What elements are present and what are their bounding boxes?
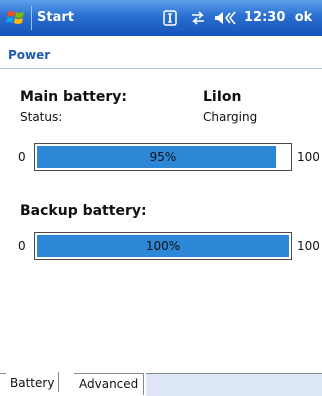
- backup-battery-max: 100: [297, 239, 320, 253]
- backup-battery-min: 0: [18, 239, 26, 253]
- status-value: Charging: [203, 110, 258, 124]
- tab-advanced[interactable]: Advanced: [74, 373, 145, 395]
- start-flag-icon[interactable]: [6, 9, 26, 27]
- status-label: Status:: [20, 110, 63, 124]
- ok-button[interactable]: ok: [287, 2, 320, 34]
- input-panel-icon[interactable]: [163, 9, 177, 27]
- tab-battery[interactable]: Battery: [6, 372, 60, 392]
- connectivity-icon[interactable]: [190, 9, 206, 27]
- backup-battery-percent: 100%: [145, 239, 181, 253]
- title-divider: [0, 68, 322, 69]
- page-title: Power: [8, 48, 51, 62]
- title-bar: Start 12:30 ok: [0, 0, 322, 36]
- backup-battery-bar: 100%: [34, 232, 292, 260]
- main-battery-percent: 95%: [149, 150, 177, 164]
- main-battery-min: 0: [18, 150, 26, 164]
- start-menu-title[interactable]: Start: [37, 10, 74, 25]
- main-battery-bar: 95%: [34, 143, 292, 171]
- tab-strip-filler: [146, 373, 322, 396]
- main-battery-label: Main battery:: [20, 89, 127, 105]
- volume-icon[interactable]: [213, 9, 239, 27]
- clock[interactable]: 12:30: [244, 10, 285, 25]
- title-separator: [31, 6, 32, 30]
- backup-battery-label: Backup battery:: [20, 203, 147, 219]
- battery-type: LiIon: [203, 89, 242, 105]
- main-battery-max: 100: [297, 150, 320, 164]
